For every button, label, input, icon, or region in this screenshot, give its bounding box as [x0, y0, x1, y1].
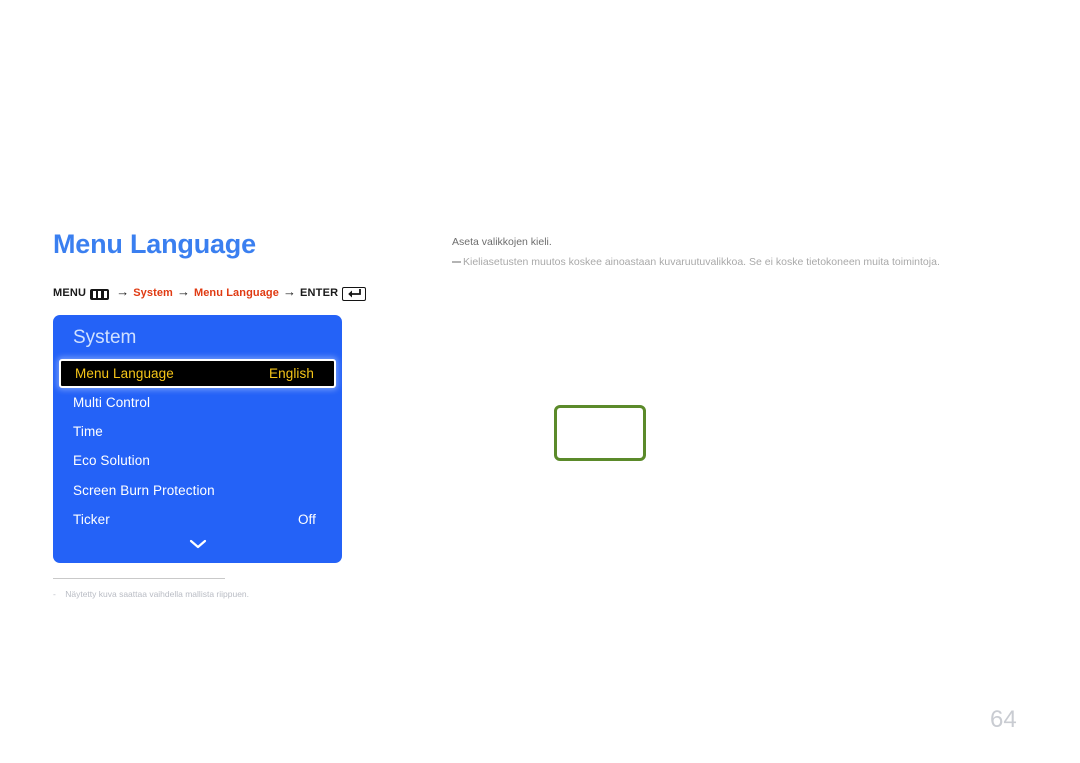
osd-item-menu-language[interactable]: Menu Language English	[59, 359, 336, 388]
osd-item-label: Ticker	[73, 511, 110, 527]
osd-item-multi-control[interactable]: Multi Control	[53, 388, 342, 417]
enter-return-icon	[342, 287, 367, 301]
osd-item-label: Time	[73, 424, 103, 440]
breadcrumb-step-menu-language: Menu Language	[193, 287, 279, 299]
osd-item-value: English	[269, 366, 314, 381]
osd-menu-list: Menu Language English Multi Control Time…	[53, 359, 342, 534]
osd-item-value: Off	[297, 511, 316, 527]
page-number: 64	[990, 706, 1017, 733]
footnote-divider	[53, 578, 225, 579]
breadcrumb: MENU → System → Menu Language → ENTER	[53, 284, 367, 301]
osd-item-label: Screen Burn Protection	[73, 482, 215, 498]
note-dash-icon	[452, 261, 461, 263]
footnote-text: Näytetty kuva saattaa vaihdella mallista…	[65, 589, 250, 599]
osd-panel-title: System	[73, 327, 137, 348]
osd-item-time[interactable]: Time	[53, 417, 342, 446]
breadcrumb-enter-label: ENTER	[299, 287, 339, 299]
osd-item-screen-burn-protection[interactable]: Screen Burn Protection	[53, 476, 342, 505]
chevron-down-icon[interactable]	[53, 539, 342, 549]
osd-item-label: Eco Solution	[73, 453, 150, 469]
osd-item-label: Multi Control	[73, 395, 151, 411]
osd-item-label: Menu Language	[75, 366, 174, 381]
breadcrumb-menu-label: MENU	[53, 287, 87, 299]
breadcrumb-arrow-1: →	[116, 284, 130, 299]
breadcrumb-arrow-2: →	[176, 284, 190, 299]
footnote-bullet: -	[53, 589, 56, 599]
menu-bars-icon	[90, 288, 110, 300]
osd-item-eco-solution[interactable]: Eco Solution	[53, 446, 342, 475]
breadcrumb-arrow-3: →	[282, 284, 296, 299]
footnote: - Näytetty kuva saattaa vaihdella mallis…	[53, 588, 249, 601]
osd-menu-panel: System Menu Language English Multi Contr…	[53, 315, 342, 563]
page-title: Menu Language	[53, 229, 256, 259]
description-main-text: Aseta valikkojen kieli.	[452, 236, 552, 248]
description-note-text: Kieliasetusten muutos koskee ainoastaan …	[463, 256, 940, 268]
osd-item-ticker[interactable]: Ticker Off	[53, 505, 342, 534]
description-note: Kieliasetusten muutos koskee ainoastaan …	[452, 255, 940, 270]
image-placeholder-box	[554, 405, 646, 461]
breadcrumb-step-system: System	[133, 287, 173, 299]
